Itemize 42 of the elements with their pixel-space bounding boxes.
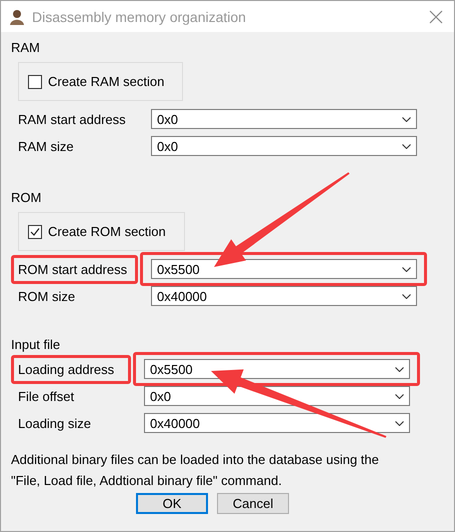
close-icon xyxy=(428,8,444,24)
cancel-button[interactable]: Cancel xyxy=(217,493,289,514)
combo-value: 0x40000 xyxy=(157,288,207,304)
dropdown-chevron-icon xyxy=(395,366,404,372)
combo-box[interactable]: 0x0 xyxy=(151,136,417,156)
combo-value: 0x0 xyxy=(157,112,178,126)
field-label: File offset xyxy=(18,388,74,404)
window-title: Disassembly memory organization xyxy=(32,8,247,24)
app-icon xyxy=(9,8,25,24)
dropdown-chevron-icon xyxy=(402,294,411,298)
section-title: RAM xyxy=(11,40,41,56)
info-text: Additional binary files can be loaded into the database using the "File, Load file, Addtional binary file" command. xyxy=(11,451,380,490)
combo-value: 0x0 xyxy=(150,388,171,404)
combo-box[interactable]: 0x5500 xyxy=(151,259,417,279)
checkbox-label[interactable]: Create RAM section xyxy=(48,74,164,89)
field-label: ROM start address xyxy=(18,262,128,276)
section-title: ROM xyxy=(11,190,42,206)
field-label: ROM size xyxy=(18,288,76,304)
dropdown-chevron-icon xyxy=(402,266,411,272)
combo-box[interactable]: 0x40000 xyxy=(144,413,410,433)
combo-box[interactable]: 0x0 xyxy=(144,386,410,406)
field-label: RAM start address xyxy=(18,112,126,126)
combo-box[interactable]: 0x5500 xyxy=(144,359,410,379)
dropdown-chevron-icon xyxy=(395,394,404,398)
dropdown-chevron-icon xyxy=(402,116,411,122)
field-label: Loading size xyxy=(18,416,91,430)
combo-value: 0x40000 xyxy=(150,416,200,430)
checkbox-label[interactable]: Create ROM section xyxy=(48,224,166,239)
combo-box[interactable]: 0x0 xyxy=(151,109,417,129)
combo-value: 0x5500 xyxy=(150,362,193,376)
field-label: RAM size xyxy=(18,138,74,154)
close-button[interactable] xyxy=(428,8,444,24)
dropdown-chevron-icon xyxy=(395,420,404,426)
checkbox[interactable] xyxy=(28,74,42,88)
checkbox[interactable] xyxy=(28,224,42,238)
ok-button[interactable]: OK xyxy=(136,493,208,514)
dropdown-chevron-icon xyxy=(402,144,411,148)
combo-box[interactable]: 0x40000 xyxy=(151,286,417,306)
field-label: Loading address xyxy=(18,362,114,376)
combo-value: 0x5500 xyxy=(157,262,200,276)
combo-value: 0x0 xyxy=(157,138,178,154)
section-title: Input file xyxy=(11,337,62,353)
